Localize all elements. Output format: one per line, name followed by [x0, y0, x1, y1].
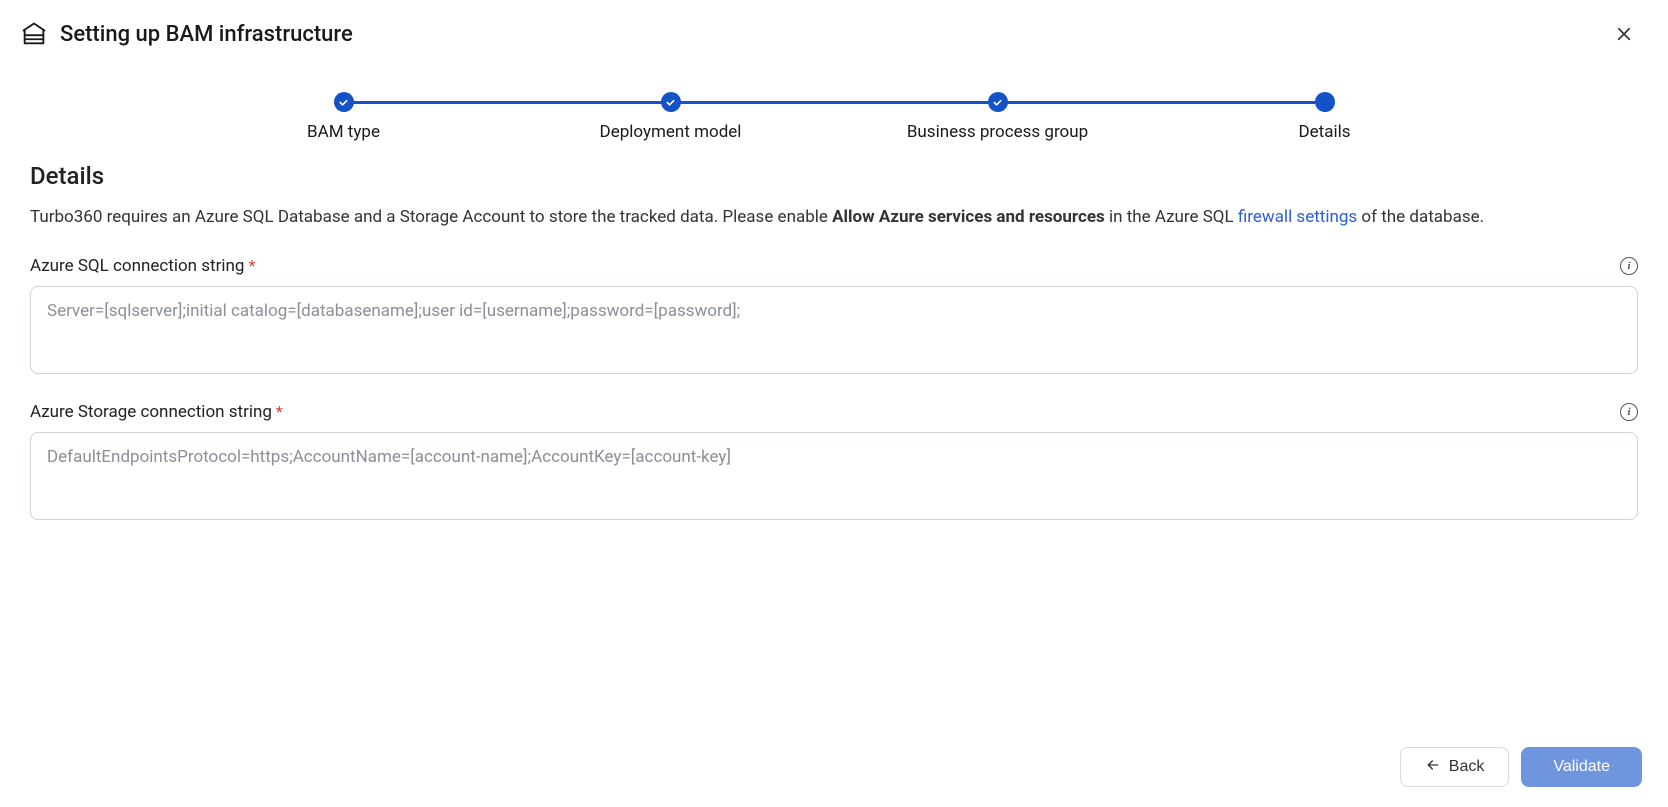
step-connector: [344, 101, 671, 104]
sql-connection-input[interactable]: [30, 286, 1638, 374]
storage-icon: [20, 20, 48, 48]
desc-text: Turbo360 requires an Azure SQL Database …: [30, 207, 832, 227]
step-circle-active: [1315, 92, 1335, 112]
section-heading: Details: [30, 162, 1638, 190]
back-button[interactable]: Back: [1400, 747, 1510, 787]
step-connector: [998, 101, 1325, 104]
step-circle-completed: [334, 92, 354, 112]
step-label: Business process group: [907, 122, 1088, 142]
page-header: Setting up BAM infrastructure: [0, 0, 1668, 62]
page-title: Setting up BAM infrastructure: [60, 22, 353, 47]
step-circle-completed: [661, 92, 681, 112]
step-details[interactable]: Details: [1161, 92, 1488, 142]
desc-text: in the Azure SQL: [1105, 207, 1238, 227]
storage-connection-input[interactable]: [30, 432, 1638, 520]
label-row: Azure Storage connection string* i: [30, 402, 1638, 422]
back-button-label: Back: [1449, 758, 1485, 776]
validate-button[interactable]: Validate: [1521, 747, 1642, 787]
required-asterisk: *: [276, 402, 283, 421]
step-circle-completed: [988, 92, 1008, 112]
wizard-stepper: BAM type Deployment model Business proce…: [0, 62, 1668, 152]
step-label: Details: [1298, 122, 1350, 142]
check-icon: [992, 97, 1003, 108]
step-deployment-model[interactable]: Deployment model: [507, 92, 834, 142]
main-content: Details Turbo360 requires an Azure SQL D…: [0, 152, 1668, 524]
step-connector: [671, 101, 998, 104]
desc-bold: Allow Azure services and resources: [832, 207, 1105, 227]
close-button[interactable]: [1608, 18, 1640, 50]
storage-connection-label: Azure Storage connection string: [30, 402, 272, 422]
info-icon[interactable]: i: [1620, 403, 1638, 421]
check-icon: [665, 97, 676, 108]
field-label-wrap: Azure SQL connection string*: [30, 256, 255, 276]
required-asterisk: *: [248, 256, 255, 275]
step-business-process-group[interactable]: Business process group: [834, 92, 1161, 142]
section-description: Turbo360 requires an Azure SQL Database …: [30, 204, 1638, 230]
info-icon[interactable]: i: [1620, 257, 1638, 275]
arrow-left-icon: [1425, 757, 1441, 778]
sql-connection-group: Azure SQL connection string* i: [30, 256, 1638, 378]
validate-button-label: Validate: [1553, 758, 1610, 776]
desc-text: of the database.: [1357, 207, 1484, 227]
field-label-wrap: Azure Storage connection string*: [30, 402, 283, 422]
step-label: Deployment model: [600, 122, 742, 142]
firewall-settings-link[interactable]: firewall settings: [1238, 207, 1357, 227]
storage-connection-group: Azure Storage connection string* i: [30, 402, 1638, 524]
step-label: BAM type: [307, 122, 380, 142]
header-left: Setting up BAM infrastructure: [20, 20, 353, 48]
check-icon: [338, 97, 349, 108]
step-bam-type[interactable]: BAM type: [180, 92, 507, 142]
footer-actions: Back Validate: [1400, 747, 1642, 787]
sql-connection-label: Azure SQL connection string: [30, 256, 244, 276]
label-row: Azure SQL connection string* i: [30, 256, 1638, 276]
